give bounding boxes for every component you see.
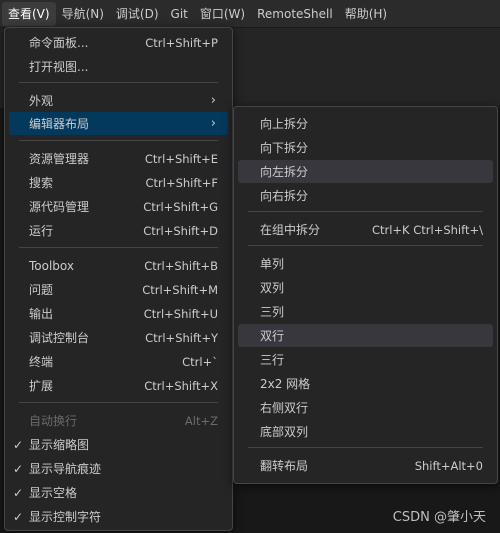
menu-item-grid-2x2[interactable]: 2x2 网格 [238, 372, 493, 395]
menu-item-two-rows-right[interactable]: 右侧双行 [238, 396, 493, 419]
separator [19, 247, 218, 248]
menu-item-two-columns[interactable]: 双列 [238, 276, 493, 299]
menu-item-three-columns[interactable]: 三列 [238, 300, 493, 323]
menu-item-two-rows[interactable]: 双行 [238, 324, 493, 347]
separator [248, 211, 483, 212]
chevron-right-icon: › [210, 93, 216, 108]
menu-item-two-columns-bottom[interactable]: 底部双列 [238, 420, 493, 443]
view-menu: 命令面板... Ctrl+Shift+P 打开视图... 外观 › 编辑器布局 … [4, 27, 233, 531]
check-icon: ✓ [13, 437, 24, 452]
separator [19, 82, 218, 83]
menu-help[interactable]: 帮助(H) [339, 2, 393, 26]
separator [19, 140, 218, 141]
menu-item-split-down[interactable]: 向下拆分 [238, 136, 493, 159]
menu-item-source-control[interactable]: 源代码管理 Ctrl+Shift+G [9, 195, 228, 218]
editor-layout-submenu: 向上拆分 向下拆分 向左拆分 向右拆分 在组中拆分 Ctrl+K Ctrl+Sh… [233, 106, 498, 484]
menu-item-output[interactable]: 输出 Ctrl+Shift+U [9, 302, 228, 325]
menu-item-whitespace[interactable]: ✓ 显示空格 [9, 481, 228, 504]
menu-item-debug-console[interactable]: 调试控制台 Ctrl+Shift+Y [9, 326, 228, 349]
check-icon: ✓ [13, 461, 24, 476]
menu-item-single[interactable]: 单列 [238, 252, 493, 275]
menu-item-search[interactable]: 搜索 Ctrl+Shift+F [9, 171, 228, 194]
app-window: 查看(V) 导航(N) 调试(D) Git 窗口(W) RemoteShell … [0, 0, 500, 533]
menu-item-breadcrumbs[interactable]: ✓ 显示导航痕迹 [9, 457, 228, 480]
menu-item-control-chars[interactable]: ✓ 显示控制字符 [9, 505, 228, 528]
menu-git[interactable]: Git [165, 2, 194, 26]
menu-item-toolbox[interactable]: Toolbox Ctrl+Shift+B [9, 254, 228, 277]
menu-item-split-right[interactable]: 向右拆分 [238, 184, 493, 207]
menu-item-explorer[interactable]: 资源管理器 Ctrl+Shift+E [9, 147, 228, 170]
menu-item-appearance[interactable]: 外观 › [9, 89, 228, 112]
menu-item-terminal[interactable]: 终端 Ctrl+` [9, 350, 228, 373]
separator [248, 245, 483, 246]
check-icon: ✓ [13, 485, 24, 500]
check-icon: ✓ [13, 509, 24, 524]
menu-item-split-in-group[interactable]: 在组中拆分 Ctrl+K Ctrl+Shift+\ [238, 218, 493, 241]
menu-item-extensions[interactable]: 扩展 Ctrl+Shift+X [9, 374, 228, 397]
menu-bar: 查看(V) 导航(N) 调试(D) Git 窗口(W) RemoteShell … [0, 0, 500, 28]
menu-debug[interactable]: 调试(D) [110, 2, 165, 26]
menu-item-split-up[interactable]: 向上拆分 [238, 112, 493, 135]
menu-remoteshell[interactable]: RemoteShell [251, 2, 339, 26]
menu-item-minimap[interactable]: ✓ 显示缩略图 [9, 433, 228, 456]
menu-item-word-wrap: 自动换行 Alt+Z [29, 413, 218, 429]
menu-window[interactable]: 窗口(W) [194, 2, 251, 26]
menu-item-problems[interactable]: 问题 Ctrl+Shift+M [9, 278, 228, 301]
menu-item-three-rows[interactable]: 三行 [238, 348, 493, 371]
menu-item-flip-layout[interactable]: 翻转布局 Shift+Alt+0 [238, 454, 493, 477]
menu-item-open-view[interactable]: 打开视图... [9, 55, 228, 78]
menu-item-split-left[interactable]: 向左拆分 [238, 160, 493, 183]
watermark: CSDN @肇小天 [392, 510, 486, 525]
menu-view[interactable]: 查看(V) [2, 1, 56, 26]
menu-item-editor-layout[interactable]: 编辑器布局 › [9, 112, 228, 135]
separator [19, 402, 218, 403]
menu-item-run[interactable]: 运行 Ctrl+Shift+D [9, 219, 228, 242]
menu-navigate[interactable]: 导航(N) [56, 2, 110, 26]
chevron-right-icon: › [210, 116, 216, 131]
menu-item-command-palette[interactable]: 命令面板... Ctrl+Shift+P [9, 31, 228, 54]
separator [248, 447, 483, 448]
